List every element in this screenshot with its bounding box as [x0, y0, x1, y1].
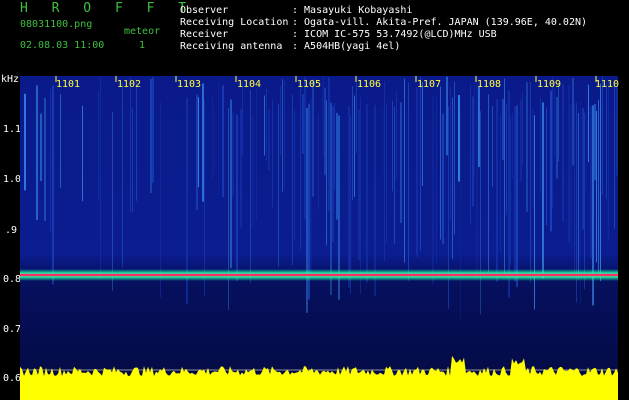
minute-label: 1109 [537, 79, 562, 90]
minute-label: 1106 [357, 79, 382, 90]
meteor-count: 1 [139, 40, 146, 51]
observer-label: Observer [180, 5, 229, 16]
axis-tick-1-1: 1.1 [3, 124, 22, 135]
minute-label: 1107 [417, 79, 442, 90]
minute-label: 1105 [297, 79, 322, 90]
minute-label: 1108 [477, 79, 502, 90]
minute-label: 1101 [56, 79, 81, 90]
axis-tick-1-0: 1.0 [3, 174, 22, 185]
app-title: H R O F F T [20, 1, 195, 16]
minute-label: 1102 [117, 79, 142, 90]
filename: 08031100.png [20, 19, 93, 30]
axis-tick-0-7: 0.7 [3, 324, 22, 335]
observer-value: : Masayuki Kobayashi [292, 5, 413, 16]
meteor-label: meteor [124, 26, 161, 37]
header-panel: H R O F F T 08031100.png meteor 02.08.03… [0, 0, 629, 72]
date-time: 02.08.03 11:00 [20, 40, 105, 51]
spectrogram [20, 76, 618, 400]
antenna-label: Receiving antenna [180, 41, 283, 52]
location-label: Receiving Location [180, 17, 289, 28]
location-value: : Ogata-vill. Akita-Pref. JAPAN (139.96E… [292, 17, 588, 28]
axis-tick-0-8: 0.8 [3, 274, 22, 285]
antenna-value: : A504HB(yagi 4el) [292, 41, 401, 52]
minute-label: 1103 [177, 79, 202, 90]
minute-label: 1110 [595, 79, 620, 90]
axis-tick-0-9: .9 [5, 225, 18, 236]
axis-tick-0-6: 0.6 [3, 373, 22, 384]
receiver-label: Receiver [180, 29, 229, 40]
minute-label: 1104 [237, 79, 262, 90]
receiver-value: : ICOM IC-575 53.7492(@LCD)MHz USB [292, 29, 497, 40]
axis-unit: kHz [1, 74, 20, 85]
